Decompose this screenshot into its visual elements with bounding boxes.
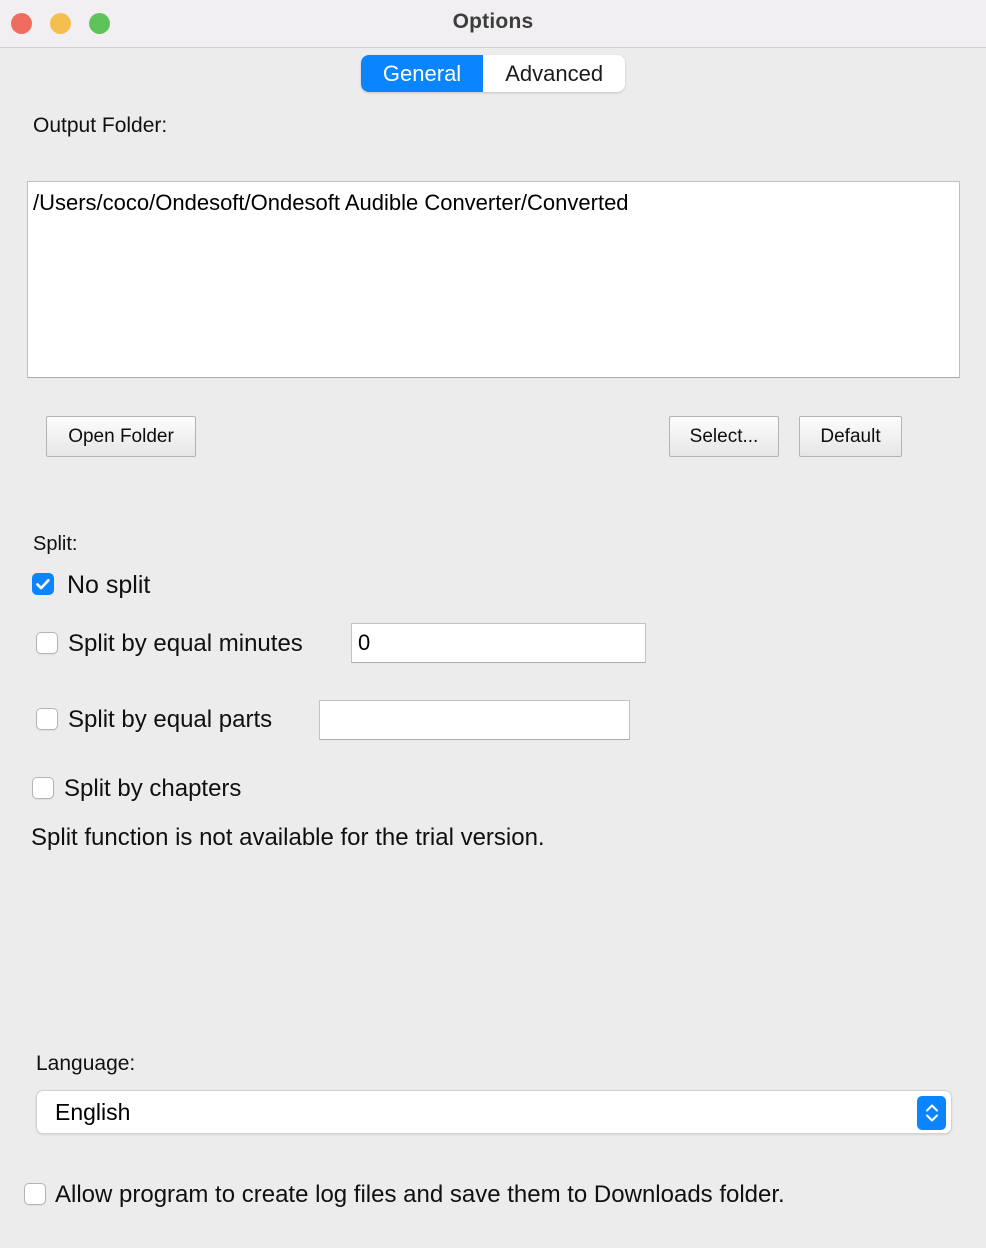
label-no-split: No split (67, 571, 151, 599)
input-split-equal-minutes[interactable]: 0 (351, 623, 646, 663)
open-folder-button[interactable]: Open Folder (46, 416, 196, 457)
output-folder-path-field[interactable]: /Users/coco/Ondesoft/Ondesoft Audible Co… (27, 181, 960, 378)
language-popup-button[interactable]: English (36, 1090, 952, 1134)
tab-bar: General Advanced (0, 55, 986, 92)
checkbox-no-split[interactable] (32, 573, 54, 595)
language-label: Language: (36, 1052, 136, 1075)
label-split-by-chapters: Split by chapters (64, 775, 242, 802)
label-allow-log-files: Allow program to create log files and sa… (55, 1181, 785, 1208)
window-titlebar: Options (0, 0, 986, 48)
language-selected-value: English (55, 1098, 131, 1125)
segmented-control: General Advanced (360, 55, 626, 92)
label-split-by-equal-parts: Split by equal parts (68, 706, 273, 733)
label-split-by-equal-minutes: Split by equal minutes (68, 630, 303, 657)
select-folder-button[interactable]: Select... (669, 416, 779, 457)
split-section-label: Split: (33, 533, 78, 555)
window-title: Options (452, 10, 534, 33)
default-folder-button[interactable]: Default (799, 416, 902, 457)
chevron-up-down-icon[interactable] (917, 1096, 946, 1130)
split-trial-notice: Split function is not available for the … (31, 824, 545, 851)
tab-general[interactable]: General (360, 55, 484, 92)
chevron-up-down-glyph (925, 1104, 938, 1122)
checkbox-split-by-chapters[interactable] (32, 777, 54, 799)
tab-advanced[interactable]: Advanced (483, 55, 626, 92)
input-split-equal-parts[interactable] (319, 700, 630, 740)
checkmark-icon (36, 579, 50, 590)
output-folder-label: Output Folder: (33, 114, 168, 137)
checkbox-split-by-equal-parts[interactable] (36, 708, 58, 730)
checkbox-allow-log-files[interactable] (24, 1183, 46, 1205)
checkbox-split-by-equal-minutes[interactable] (36, 632, 58, 654)
